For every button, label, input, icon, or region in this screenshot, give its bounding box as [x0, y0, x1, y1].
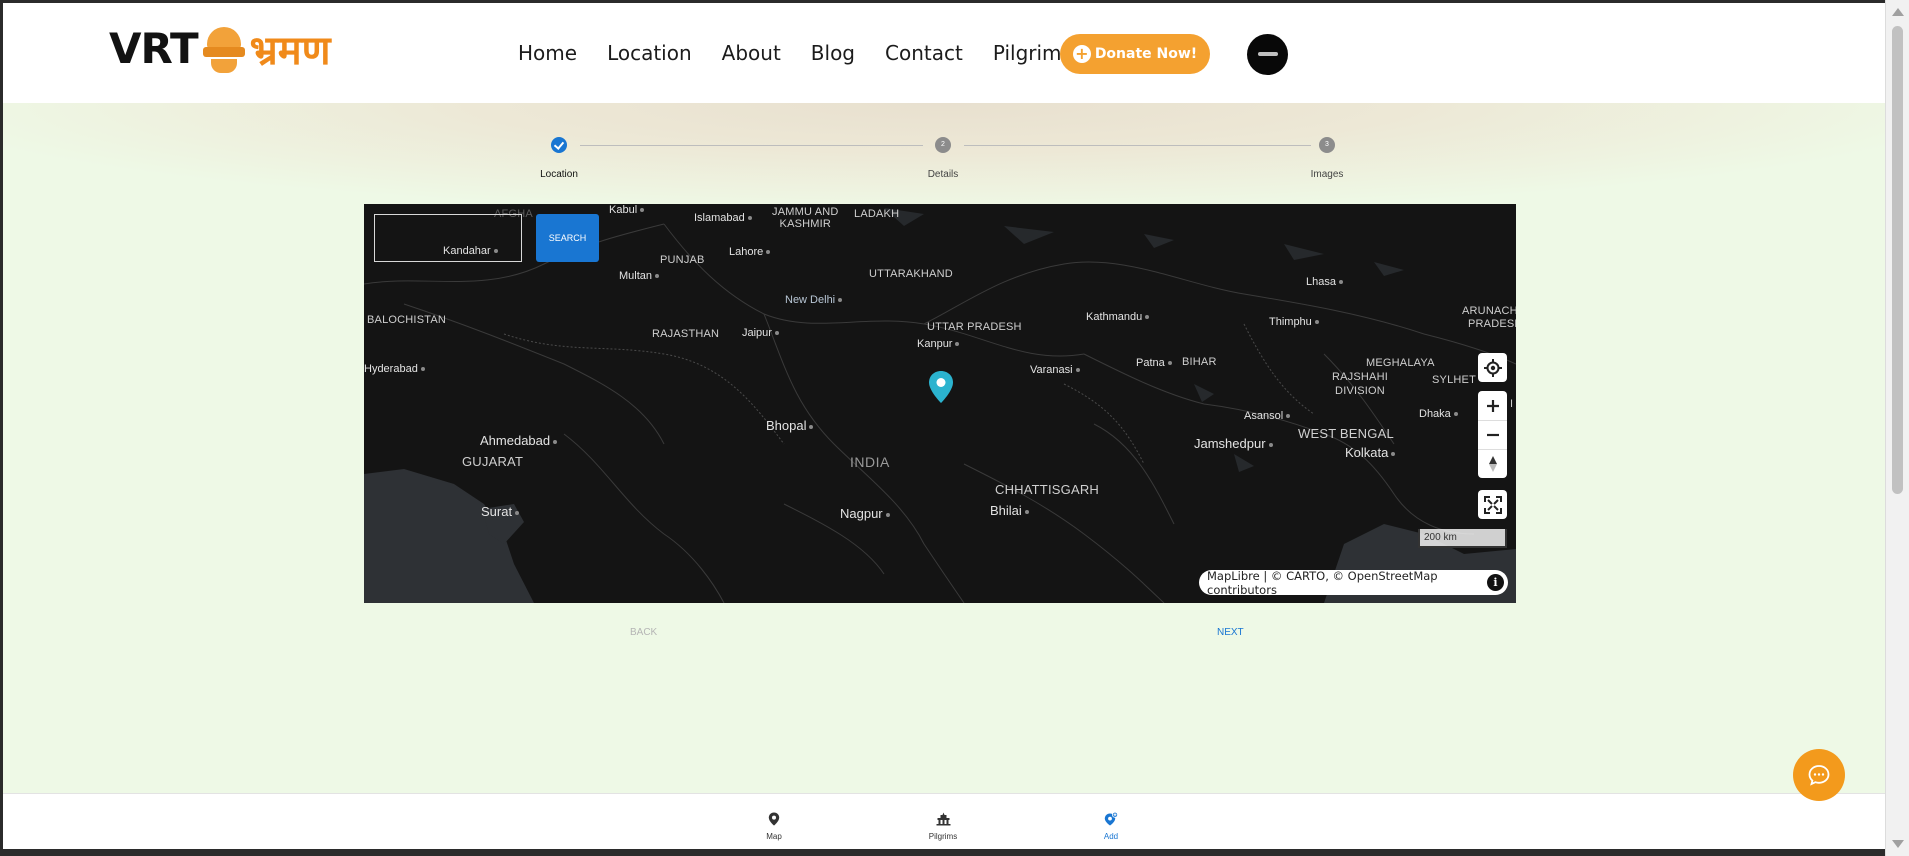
step-connector	[964, 145, 1311, 146]
map-attribution: MapLibre | © CARTO, © OpenStreetMap cont…	[1199, 568, 1508, 597]
donate-label: Donate Now!	[1094, 46, 1198, 62]
step-3-indicator: 3	[1319, 137, 1335, 153]
bottom-navigation: Map Pilgrims Add	[3, 793, 1885, 849]
app-window: VRT भ्रमण Home Location About Blog Conta…	[3, 3, 1885, 849]
logo-text: VRT	[109, 24, 199, 73]
zoom-controls	[1478, 391, 1507, 478]
map-search-button[interactable]: SEARCH	[536, 214, 599, 262]
bottom-nav-add[interactable]: Add	[1081, 811, 1141, 841]
plus-icon: +	[1072, 45, 1091, 63]
map-label: RAJASTHAN	[652, 328, 720, 340]
info-icon[interactable]: i	[1487, 574, 1504, 591]
map-label: UTTARAKHAND	[869, 268, 953, 280]
nav-contact[interactable]: Contact	[885, 41, 963, 65]
map-label: Kathmandu	[1086, 311, 1150, 323]
map-label: New Delhi	[785, 294, 843, 306]
map-label: Lahore	[729, 246, 771, 258]
main-nav: Home Location About Blog Contact Pilgrim…	[518, 41, 1109, 65]
temple-icon	[936, 812, 950, 826]
map-label: Asansol	[1244, 410, 1291, 422]
chat-button[interactable]	[1793, 749, 1845, 801]
map-label: SYLHET	[1432, 374, 1476, 386]
step-1-check-icon	[551, 137, 567, 153]
bottom-nav-pilgrims-label: Pilgrims	[928, 832, 958, 841]
map-label: I	[1510, 398, 1514, 410]
map-label: Multan	[619, 270, 660, 282]
map-label: WEST BENGAL	[1298, 426, 1394, 441]
page-scrollbar[interactable]	[1885, 0, 1909, 856]
bottom-nav-map-label: Map	[766, 832, 782, 841]
step-3-label: Images	[1310, 169, 1344, 180]
add-location-icon	[1104, 811, 1118, 826]
map-label: Kabul	[609, 204, 645, 216]
map-label: Lhasa	[1306, 276, 1343, 288]
bottom-nav-pilgrims[interactable]: Pilgrims	[913, 812, 973, 841]
map-label: MEGHALAYA	[1366, 357, 1435, 369]
map-label: Surat	[481, 504, 520, 519]
map-label: INDIA	[850, 454, 890, 470]
progress-stepper: 2 3 Location Details Images	[3, 133, 1885, 193]
map-pin-icon	[768, 812, 780, 826]
map-label: Bhopal	[766, 418, 814, 433]
map-label: Thimphu	[1269, 316, 1319, 328]
bottom-nav-map[interactable]: Map	[744, 812, 804, 841]
map-label: LADAKH	[854, 208, 900, 220]
map-label: RAJSHAHI DIVISION	[1332, 371, 1388, 397]
zoom-out-icon[interactable]	[1478, 420, 1507, 449]
map-label: Jaipur	[742, 327, 779, 339]
logo-hindi-text: भ्रमण	[249, 28, 331, 74]
map-marker-icon[interactable]	[928, 370, 954, 404]
step-1-label: Location	[540, 169, 578, 180]
chat-icon	[1808, 765, 1830, 786]
map-label: Kanpur	[917, 338, 960, 350]
nav-blog[interactable]: Blog	[811, 41, 855, 65]
helmet-logo-icon	[201, 23, 247, 75]
map-label: CHHATTISGARH	[995, 482, 1099, 497]
site-header: VRT भ्रमण Home Location About Blog Conta…	[3, 3, 1885, 103]
map-label: Islamabad	[694, 212, 752, 224]
map-label: UTTAR PRADESH	[927, 321, 1022, 333]
map-label: JAMMU AND KASHMIR	[772, 206, 839, 230]
map-label: Varanasi	[1030, 364, 1080, 376]
scrollbar-thumb[interactable]	[1892, 26, 1903, 494]
scroll-up-icon[interactable]	[1892, 8, 1904, 16]
map-label: Jamshedpur	[1194, 436, 1273, 451]
nav-home[interactable]: Home	[518, 41, 577, 65]
map-label: Kolkata	[1345, 445, 1396, 460]
site-logo[interactable]: VRT भ्रमण	[109, 21, 331, 76]
fullscreen-icon[interactable]	[1478, 490, 1507, 519]
scroll-down-icon[interactable]	[1892, 840, 1904, 848]
map-label: Bhilai	[990, 503, 1029, 518]
map-label: Patna	[1136, 357, 1172, 369]
map-label: Nagpur	[840, 506, 890, 521]
map-label: Ahmedabad	[480, 433, 558, 448]
fullscreen-control	[1478, 490, 1507, 519]
user-avatar[interactable]	[1247, 34, 1288, 75]
map-label: Dhaka	[1419, 408, 1458, 420]
map-label: ARUNACHAPRADESH	[1462, 305, 1516, 330]
locate-icon[interactable]	[1478, 353, 1507, 382]
map-search-input[interactable]	[374, 214, 522, 262]
next-button[interactable]: NEXT	[1217, 627, 1244, 638]
step-2-indicator: 2	[935, 137, 951, 153]
map-scale: 200 km	[1418, 529, 1507, 548]
bottom-nav-add-label: Add	[1103, 832, 1119, 841]
map-label: BIHAR	[1182, 356, 1217, 368]
geolocate-control	[1478, 353, 1507, 382]
attribution-text: MapLibre | © CARTO, © OpenStreetMap cont…	[1207, 568, 1438, 597]
donate-button[interactable]: + Donate Now!	[1060, 34, 1210, 74]
nav-about[interactable]: About	[722, 41, 781, 65]
step-connector	[580, 145, 923, 146]
back-button[interactable]: BACK	[630, 627, 657, 638]
map-label: BALOCHISTAN	[367, 314, 447, 326]
nav-location[interactable]: Location	[607, 41, 692, 65]
map-label: GUJARAT	[462, 454, 524, 469]
zoom-in-icon[interactable]	[1478, 391, 1507, 420]
map-label: Hyderabad	[364, 363, 425, 375]
location-map[interactable]: AFGHA Kabul Islamabad JAMMU AND KASHMIR L…	[364, 204, 1516, 603]
step-2-label: Details	[927, 169, 959, 180]
map-label: PUNJAB	[660, 254, 705, 266]
compass-icon[interactable]	[1478, 449, 1507, 478]
